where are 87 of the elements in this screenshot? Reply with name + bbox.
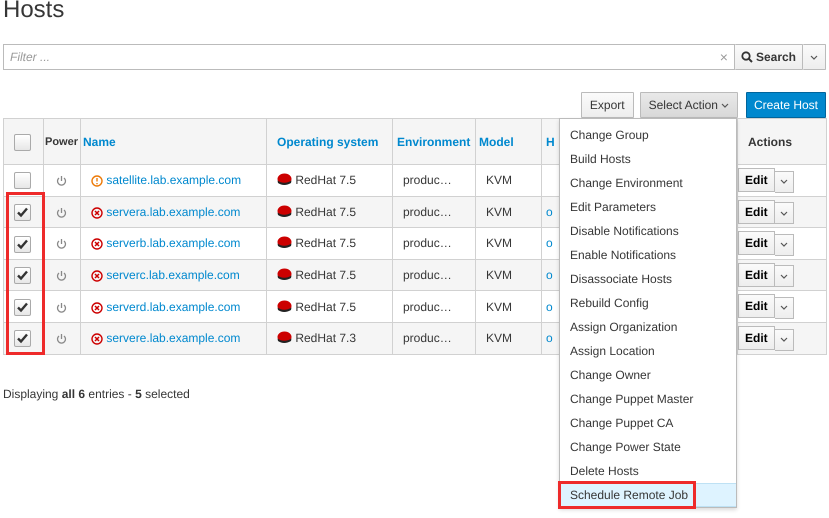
- environment-text: produc…: [403, 173, 452, 188]
- menu-item[interactable]: Disable Notifications: [560, 219, 736, 243]
- table-link[interactable]: o: [546, 331, 553, 346]
- search-icon: [740, 51, 753, 63]
- checkbox[interactable]: [14, 172, 31, 190]
- table-link[interactable]: o: [546, 300, 553, 314]
- checkbox[interactable]: [14, 298, 31, 316]
- edit-button[interactable]: Edit: [738, 262, 775, 287]
- hat-icon: [277, 204, 292, 218]
- os-name: RedHat 7.5: [295, 236, 356, 250]
- edit-options-button[interactable]: [774, 328, 794, 351]
- edit-button[interactable]: Edit: [738, 326, 775, 350]
- power-icon[interactable]: [56, 302, 67, 314]
- power-icon[interactable]: [56, 238, 67, 250]
- menu-item[interactable]: Delete Hosts: [560, 459, 736, 483]
- create-host-button[interactable]: Create Host: [746, 92, 826, 118]
- hat-icon: [277, 331, 292, 344]
- model-text: KVM: [486, 204, 512, 219]
- power-icon[interactable]: [56, 175, 67, 188]
- edit-button[interactable]: Edit: [738, 200, 775, 224]
- power-icon[interactable]: [56, 270, 67, 282]
- caret-icon: [780, 274, 788, 279]
- hat-icon: [277, 268, 292, 282]
- checkbox[interactable]: [14, 267, 31, 284]
- power-icon[interactable]: [56, 206, 67, 219]
- entries-summary: Displaying all 6 entries - 5 selected: [3, 386, 190, 403]
- edit-button[interactable]: Edit: [738, 294, 775, 318]
- model-text: KVM: [486, 331, 512, 346]
- checkbox[interactable]: [14, 236, 31, 253]
- power-icon[interactable]: [56, 333, 67, 346]
- os-name: RedHat 7.5: [295, 204, 356, 219]
- caret-icon: [780, 179, 788, 184]
- caret-icon: [780, 305, 788, 310]
- hat-icon: [277, 173, 292, 186]
- model-text: KVM: [486, 300, 512, 314]
- edit-button[interactable]: Edit: [738, 168, 775, 192]
- column-header[interactable]: Model: [479, 134, 514, 148]
- os-name: RedHat 7.5: [295, 268, 356, 282]
- menu-item[interactable]: Assign Location: [560, 339, 736, 363]
- environment-text: produc…: [403, 268, 452, 282]
- checkbox[interactable]: [14, 134, 31, 151]
- environment-text: produc…: [403, 331, 452, 346]
- model-text: KVM: [486, 236, 512, 250]
- table-link[interactable]: o: [546, 236, 553, 250]
- os-name: RedHat 7.5: [295, 300, 356, 314]
- edit-options-button[interactable]: [774, 170, 794, 193]
- edit-options-button[interactable]: [774, 265, 794, 288]
- menu-item[interactable]: Schedule Remote Job: [560, 483, 736, 507]
- caret-icon: [780, 337, 788, 342]
- os-name: RedHat 7.5: [295, 173, 356, 188]
- column-header[interactable]: H: [546, 134, 555, 148]
- os-name: RedHat 7.3: [295, 331, 356, 346]
- model-text: KVM: [486, 268, 512, 282]
- checkbox[interactable]: [14, 204, 31, 222]
- menu-item[interactable]: Change Puppet CA: [560, 411, 736, 435]
- edit-button[interactable]: Edit: [738, 231, 775, 256]
- menu-item[interactable]: Assign Organization: [560, 315, 736, 339]
- column-header: Power: [45, 136, 78, 148]
- hat-icon: [277, 300, 292, 313]
- environment-text: produc…: [403, 204, 452, 219]
- table-link[interactable]: o: [546, 204, 553, 219]
- column-header: Actions: [748, 134, 792, 148]
- column-header[interactable]: Name: [83, 134, 116, 148]
- menu-item[interactable]: Enable Notifications: [560, 243, 736, 267]
- menu-item[interactable]: Build Hosts: [560, 147, 736, 171]
- environment-text: produc…: [403, 300, 452, 314]
- select-action-button[interactable]: Select Action: [640, 92, 738, 118]
- menu-item[interactable]: Change Group: [560, 123, 736, 147]
- environment-text: produc…: [403, 236, 452, 250]
- search-button[interactable]: Search: [734, 44, 803, 70]
- hat-icon: [277, 236, 292, 250]
- caret-icon: [720, 102, 729, 108]
- edit-options-button[interactable]: [774, 202, 794, 224]
- caret-icon: [780, 210, 788, 216]
- search-options-button[interactable]: [803, 44, 826, 70]
- caret-icon: [780, 242, 788, 248]
- menu-item[interactable]: Change Owner: [560, 363, 736, 387]
- model-text: KVM: [486, 173, 512, 188]
- table-link[interactable]: o: [546, 268, 553, 282]
- checkbox[interactable]: [14, 330, 31, 348]
- menu-item[interactable]: Change Power State: [560, 435, 736, 459]
- caret-icon: [810, 54, 818, 60]
- export-button[interactable]: Export: [580, 92, 634, 118]
- edit-options-button[interactable]: [774, 234, 794, 256]
- edit-options-button[interactable]: [774, 296, 794, 319]
- page-title: Hosts: [3, 0, 66, 25]
- menu-item[interactable]: Change Puppet Master: [560, 387, 736, 411]
